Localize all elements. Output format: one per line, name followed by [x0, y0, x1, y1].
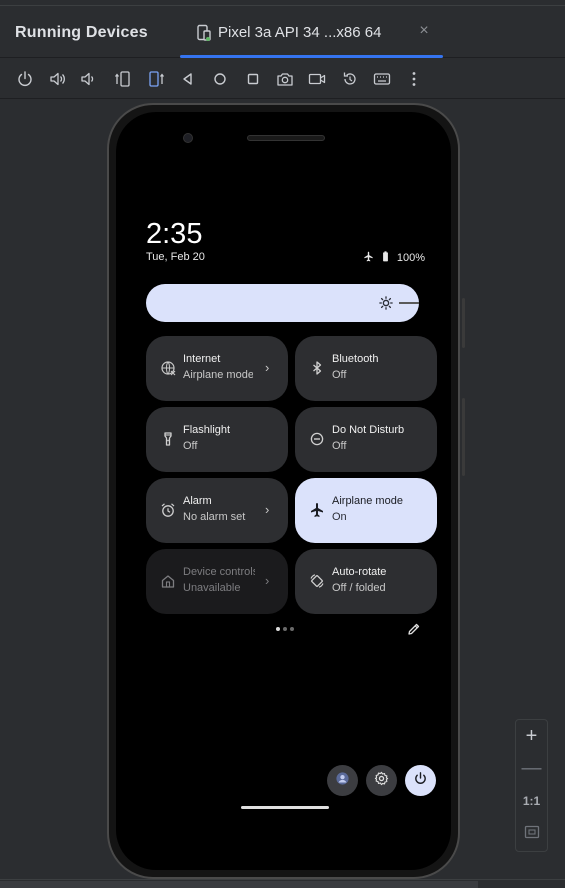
keyboard-icon[interactable]	[370, 67, 394, 91]
tile-internet[interactable]: Internet Airplane mode ›	[146, 336, 288, 401]
tile-title: Device controls	[183, 566, 255, 578]
close-icon[interactable]: ×	[416, 22, 432, 40]
power-icon	[413, 771, 428, 791]
tile-subtitle: Airplane mode	[183, 369, 253, 381]
more-icon[interactable]	[402, 67, 426, 91]
tile-bluetooth[interactable]: Bluetooth Off	[295, 336, 437, 401]
tile-subtitle: Off	[332, 369, 347, 381]
tab-device[interactable]: Pixel 3a API 34 ...x86 64 ×	[180, 6, 443, 58]
rotate-right-icon[interactable]	[144, 67, 168, 91]
gesture-navigation-bar[interactable]	[241, 806, 329, 809]
home-icon[interactable]	[208, 67, 232, 91]
rotate-icon	[309, 573, 325, 589]
chevron-right-icon: ›	[265, 502, 270, 517]
tile-airplane-mode[interactable]: Airplane mode On	[295, 478, 437, 543]
power-menu-button[interactable]	[405, 765, 436, 796]
brightness-slider-rest	[399, 302, 419, 304]
tile-title: Internet	[183, 353, 221, 365]
airplane-icon	[309, 502, 325, 518]
zoom-controls: + — 1:1	[515, 719, 548, 852]
chevron-right-icon: ›	[265, 360, 270, 375]
side-button-volume	[462, 398, 465, 476]
battery-icon	[380, 251, 391, 265]
record-icon[interactable]	[305, 67, 329, 91]
tile-alarm[interactable]: Alarm No alarm set ›	[146, 478, 288, 543]
tile-subtitle: On	[332, 511, 347, 523]
tile-title: Flashlight	[183, 424, 231, 436]
settings-button[interactable]	[366, 765, 397, 796]
tile-subtitle: Off	[332, 440, 347, 452]
user-avatar-icon	[335, 771, 350, 791]
device-icon	[195, 24, 213, 42]
panel-title: Running Devices	[15, 24, 148, 41]
tile-auto-rotate[interactable]: Auto-rotate Off / folded	[295, 549, 437, 614]
status-icons: 100%	[363, 251, 425, 265]
volume-up-icon[interactable]	[46, 67, 70, 91]
volume-down-icon[interactable]	[76, 67, 100, 91]
bluetooth-icon	[309, 360, 325, 376]
zoom-actual-size-button[interactable]: 1:1	[516, 787, 547, 815]
horizontal-scrollbar[interactable]	[0, 879, 565, 888]
zoom-out-button[interactable]: —	[516, 754, 547, 782]
date[interactable]: Tue, Feb 20	[146, 251, 205, 263]
reset-icon[interactable]	[338, 67, 362, 91]
edit-pencil-icon[interactable]	[407, 622, 421, 636]
home-controls-icon	[160, 573, 176, 589]
tab-label: Pixel 3a API 34 ...x86 64	[218, 24, 382, 41]
zoom-in-button[interactable]: +	[516, 722, 547, 750]
tile-subtitle: Unavailable	[183, 582, 241, 594]
device-frame: 2:35 Tue, Feb 20 100% Internet Airplane …	[107, 103, 465, 879]
battery-level: 100%	[396, 252, 425, 264]
tile-flashlight[interactable]: Flashlight Off	[146, 407, 288, 472]
side-button-power	[462, 298, 465, 348]
power-icon[interactable]	[13, 67, 37, 91]
clock[interactable]: 2:35	[146, 218, 202, 251]
front-camera	[183, 133, 193, 143]
device-toolbar	[0, 59, 565, 99]
page-dot	[276, 627, 280, 631]
tab-bar: Running Devices Pixel 3a API 34 ...x86 6…	[0, 6, 565, 58]
scrollbar-thumb[interactable]	[0, 881, 478, 888]
tile-title: Alarm	[183, 495, 212, 507]
tab-selected-indicator	[180, 55, 443, 58]
overview-icon[interactable]	[241, 67, 265, 91]
do-not-disturb-icon	[309, 431, 325, 447]
screenshot-icon[interactable]	[273, 67, 297, 91]
back-icon[interactable]	[176, 67, 200, 91]
brightness-icon	[379, 296, 393, 310]
page-dot	[290, 627, 294, 631]
user-switcher-button[interactable]	[327, 765, 358, 796]
gear-icon	[374, 771, 389, 791]
flashlight-icon	[160, 431, 176, 447]
earpiece-speaker	[247, 135, 325, 141]
zoom-to-fit-button[interactable]	[516, 820, 547, 848]
fit-screen-icon	[524, 824, 540, 845]
alarm-icon	[160, 502, 176, 518]
page-indicator	[276, 627, 294, 631]
tile-device-controls[interactable]: Device controls Unavailable ›	[146, 549, 288, 614]
tile-subtitle: Off / folded	[332, 582, 386, 594]
tile-do-not-disturb[interactable]: Do Not Disturb Off	[295, 407, 437, 472]
tile-title: Bluetooth	[332, 353, 379, 365]
tile-title: Auto-rotate	[332, 566, 387, 578]
airplane-status-icon	[363, 251, 374, 265]
tile-title: Airplane mode	[332, 495, 403, 507]
globe-off-icon	[160, 360, 176, 376]
tile-title: Do Not Disturb	[332, 424, 404, 436]
chevron-right-icon: ›	[265, 573, 270, 588]
rotate-left-icon[interactable]	[111, 67, 135, 91]
page-dot	[283, 627, 287, 631]
device-screen[interactable]: 2:35 Tue, Feb 20 100% Internet Airplane …	[116, 112, 451, 870]
tile-subtitle: No alarm set	[183, 511, 246, 523]
tile-subtitle: Off	[183, 440, 198, 452]
